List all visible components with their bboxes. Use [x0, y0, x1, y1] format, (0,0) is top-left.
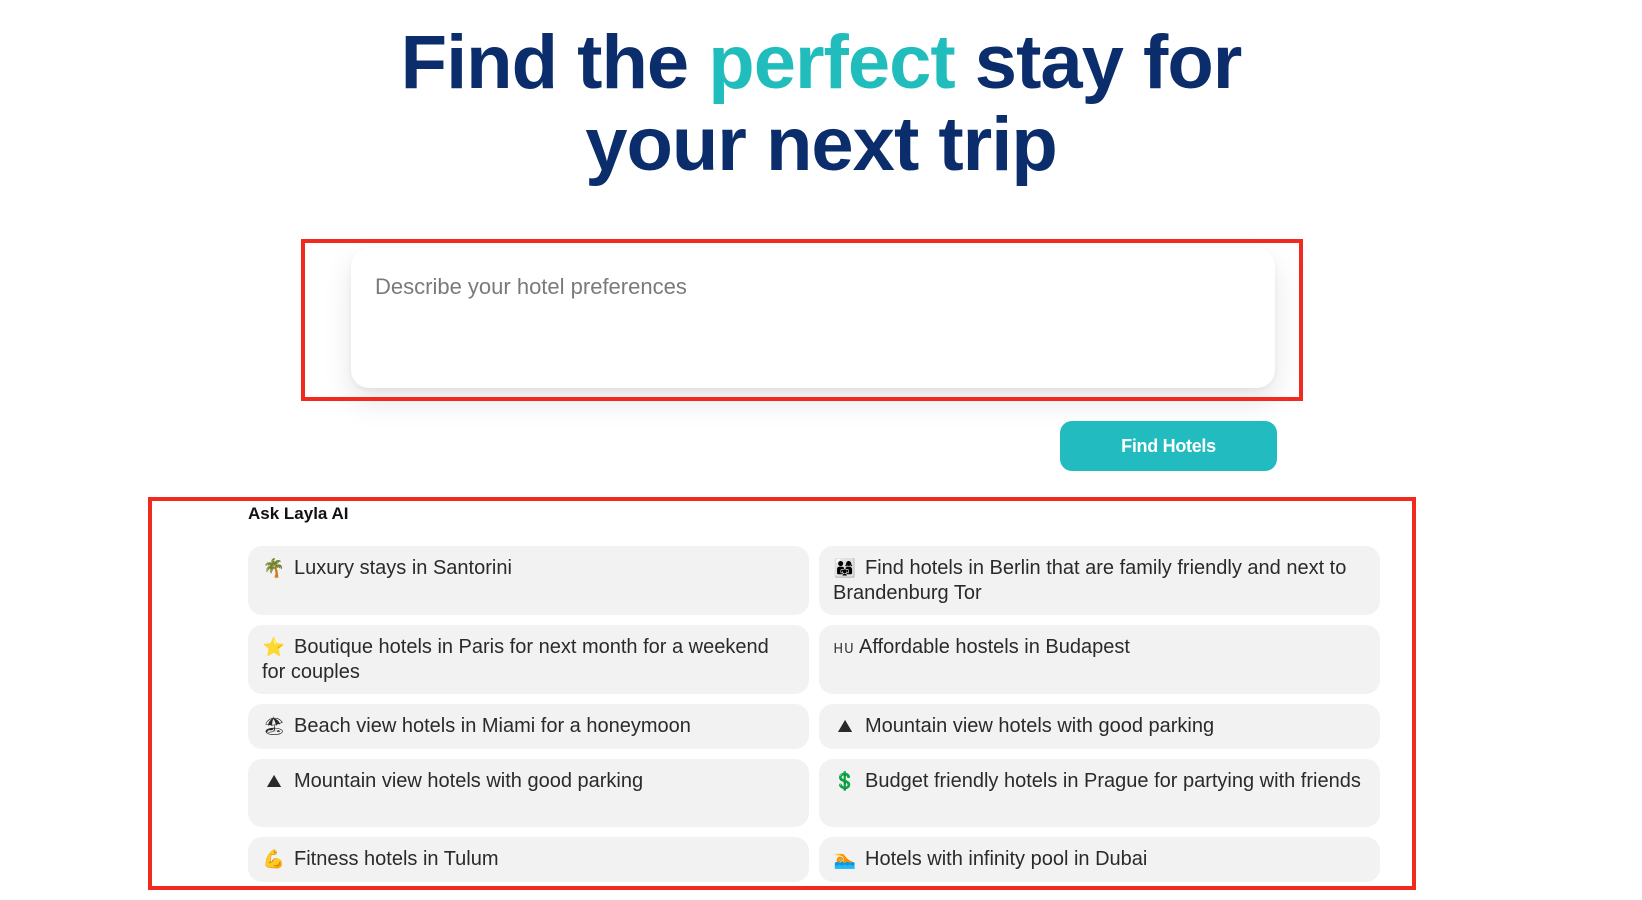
swimming-icon: 🏊	[833, 849, 857, 870]
suggestion-text: Find hotels in Berlin that are family fr…	[833, 557, 1347, 604]
palm-tree-icon: 🌴	[262, 558, 286, 579]
hero-title-prefix: Find the	[400, 20, 709, 105]
hero-title-suffix: stay for	[954, 20, 1243, 105]
family-icon: 👨‍👩‍👧	[833, 558, 857, 579]
search-card	[351, 248, 1275, 388]
flexed-biceps-icon: 💪	[262, 849, 286, 870]
suggestion-text: Luxury stays in Santorini	[294, 557, 512, 579]
mountain-icon: ⛰	[266, 771, 282, 792]
beach-icon: 🏖	[262, 716, 286, 737]
suggestion-chip[interactable]: ⛰ Mountain view hotels with good parking	[248, 759, 809, 827]
suggestion-text: Boutique hotels in Paris for next month …	[262, 636, 769, 683]
hero-title-line-2: your next trip	[585, 102, 1058, 187]
suggestion-text: Mountain view hotels with good parking	[865, 715, 1215, 737]
hotel-preferences-input[interactable]	[375, 274, 1251, 362]
suggestion-chip[interactable]: 🏖 Beach view hotels in Miami for a honeym…	[248, 704, 809, 749]
suggestion-chip[interactable]: 🏊 Hotels with infinity pool in Dubai	[819, 837, 1380, 882]
suggestion-text: Affordable hostels in Budapest	[859, 636, 1130, 658]
find-hotels-button[interactable]: Find Hotels	[1060, 421, 1277, 471]
star-icon: ⭐	[262, 637, 286, 658]
suggestion-grid: 🌴 Luxury stays in Santorini 👨‍👩‍👧 Find hot…	[248, 546, 1380, 882]
suggestion-chip[interactable]: 💪 Fitness hotels in Tulum	[248, 837, 809, 882]
suggestion-chip[interactable]: 👨‍👩‍👧 Find hotels in Berlin that are fami…	[819, 546, 1380, 615]
suggestion-text: Budget friendly hotels in Prague for par…	[865, 770, 1361, 792]
suggestion-chip[interactable]: ⛰ Mountain view hotels with good parking	[819, 704, 1380, 749]
hero-title-line-1: Find the perfect stay for	[0, 22, 1642, 104]
hero-title: Find the perfect stay for your next trip	[0, 22, 1642, 186]
suggestion-text: Fitness hotels in Tulum	[294, 848, 499, 870]
suggestion-chip[interactable]: HU Affordable hostels in Budapest	[819, 625, 1380, 694]
suggestion-text: Hotels with infinity pool in Dubai	[865, 848, 1148, 870]
suggestion-chip[interactable]: 🌴 Luxury stays in Santorini	[248, 546, 809, 615]
suggestion-chip[interactable]: ⭐ Boutique hotels in Paris for next month…	[248, 625, 809, 694]
page: Find the perfect stay for your next trip…	[0, 0, 1642, 900]
ask-layla-label: Ask Layla AI	[248, 504, 349, 523]
suggestion-text: Mountain view hotels with good parking	[294, 770, 644, 792]
mountain-icon: ⛰	[837, 716, 853, 737]
suggestion-chip[interactable]: 💲 Budget friendly hotels in Prague for pa…	[819, 759, 1380, 827]
hero-title-accent: perfect	[708, 20, 955, 105]
dollar-icon: 💲	[833, 771, 857, 792]
suggestion-text: Beach view hotels in Miami for a honeymo…	[294, 715, 691, 737]
hungary-flag-icon: HU	[833, 642, 855, 657]
